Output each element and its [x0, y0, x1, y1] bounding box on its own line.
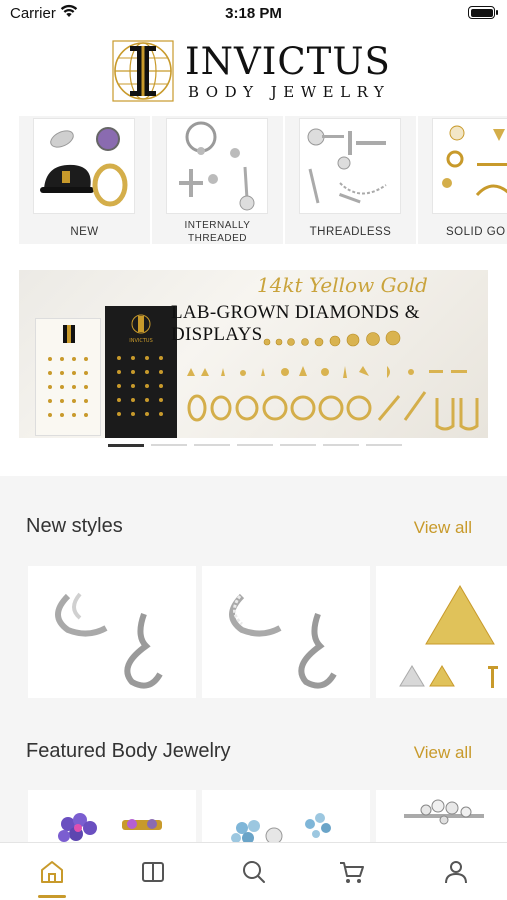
category-label-new: NEW: [70, 226, 99, 238]
bottom-tab-bar: [0, 842, 507, 900]
status-bar: Carrier 3:18 PM: [0, 0, 507, 30]
category-label-threadless: THREADLESS: [309, 226, 392, 238]
product-image-jeweled-moon-ring: [229, 593, 337, 689]
category-tile-threadless[interactable]: THREADLESS: [285, 116, 416, 244]
battery-icon: [468, 6, 498, 19]
banner-page-indicator[interactable]: [108, 444, 408, 448]
category-image-internally-threaded: [166, 118, 268, 214]
product-image-opal-flower: [58, 813, 162, 842]
book-icon: [142, 862, 164, 882]
display-card-light: [35, 318, 101, 436]
invictus-emblem-icon: [112, 40, 174, 102]
search-icon: [243, 861, 265, 883]
active-tab-indicator: [38, 895, 66, 898]
tab-account[interactable]: [441, 857, 471, 887]
page-dot-4[interactable]: [237, 444, 273, 446]
new-styles-title: New styles: [26, 515, 123, 537]
tab-home[interactable]: [37, 857, 67, 887]
featured-title: Featured Body Jewelry: [26, 740, 231, 762]
category-label-solid-gold: SOLID GO: [446, 226, 506, 238]
category-image-solid-gold: [432, 118, 507, 214]
banner-jewelry-art: [187, 330, 479, 431]
product-image-blue-topaz-cluster: [231, 813, 331, 845]
cart-icon: [340, 862, 364, 883]
product-card-new-1[interactable]: [28, 566, 196, 698]
product-card-new-3[interactable]: [376, 566, 507, 698]
brand-logo[interactable]: INVICTUS BODY JEWELRY: [0, 38, 507, 106]
category-label-internally: INTERNALLY: [184, 220, 251, 231]
product-sections: New styles View all Featured Body Jewelr…: [0, 476, 507, 846]
category-tile-solid-gold[interactable]: SOLID GO: [418, 116, 507, 244]
display-card-dark: INVICTUS: [105, 306, 177, 438]
page-dot-7[interactable]: [366, 444, 402, 446]
tab-catalog[interactable]: [138, 857, 168, 887]
new-styles-view-all-link[interactable]: View all: [414, 518, 472, 538]
product-image-moon-ring: [55, 592, 163, 689]
category-image-new: [33, 118, 135, 214]
page-dot-1[interactable]: [108, 444, 144, 447]
category-label-threaded: THREADED: [187, 233, 247, 244]
category-tile-new[interactable]: NEW: [19, 116, 150, 244]
home-icon: [41, 861, 63, 883]
featured-view-all-link[interactable]: View all: [414, 743, 472, 763]
page-dot-3[interactable]: [194, 444, 230, 446]
user-icon: [445, 861, 467, 884]
brand-tagline: BODY JEWELRY: [188, 83, 391, 101]
category-carousel[interactable]: NEW INTERNALLY THREADED THREADLESS SOLID…: [19, 116, 507, 246]
page-dot-5[interactable]: [280, 444, 316, 446]
product-card-new-2[interactable]: [202, 566, 370, 698]
product-card-featured-1[interactable]: [28, 790, 196, 846]
tab-search[interactable]: [239, 857, 269, 887]
clock: 3:18 PM: [225, 5, 282, 22]
display-card-logo-text: INVICTUS: [129, 338, 153, 344]
product-image-silver-cluster: [404, 799, 484, 825]
product-image-triangle-tops: [399, 585, 498, 688]
category-image-threadless: [299, 118, 401, 214]
tab-cart[interactable]: [337, 857, 367, 887]
banner-script-text: 14kt Yellow Gold: [257, 273, 428, 297]
brand-name: INVICTUS: [185, 40, 391, 83]
page-dot-6[interactable]: [323, 444, 359, 446]
promo-banner[interactable]: INVICTUS 14kt Yellow Gold LAB-GROWN DIAM…: [19, 270, 488, 438]
page-dot-2[interactable]: [151, 444, 187, 446]
product-card-featured-2[interactable]: [202, 790, 370, 846]
category-tile-internally-threaded[interactable]: INTERNALLY THREADED: [152, 116, 283, 244]
product-card-featured-3[interactable]: [376, 790, 507, 846]
